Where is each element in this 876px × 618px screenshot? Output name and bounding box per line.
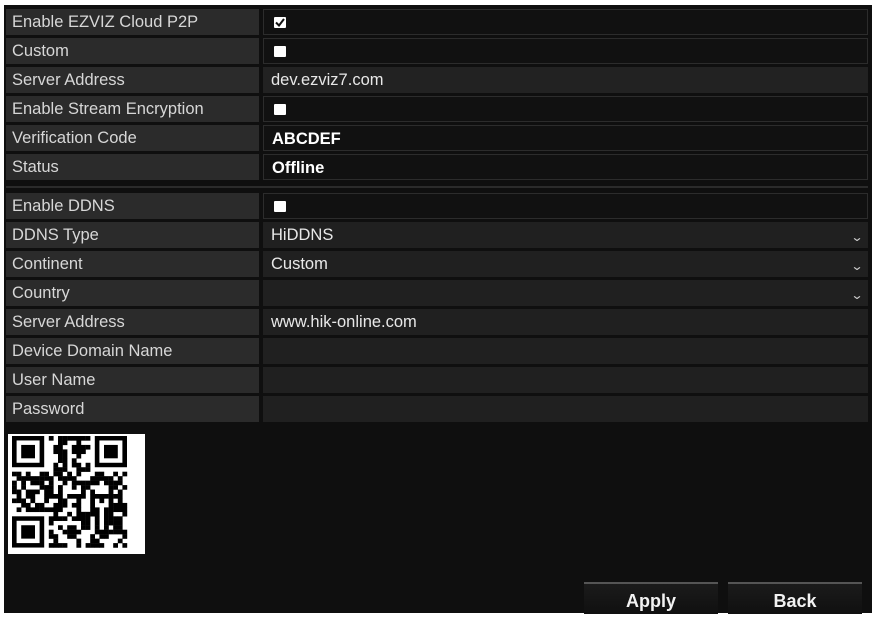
label-ddns-type: DDNS Type <box>6 222 259 248</box>
country-select[interactable]: ⌄ <box>263 280 868 306</box>
row-ezviz-server-address: Server Address dev.ezviz7.com <box>6 67 868 94</box>
checkbox-icon[interactable] <box>274 46 286 57</box>
row-user-name: User Name <box>6 367 868 394</box>
verification-code-input[interactable]: ABCDEF <box>263 125 868 151</box>
qr-code-graphic <box>12 436 128 548</box>
row-custom: Custom <box>6 38 868 65</box>
row-continent: Continent Custom ⌄ <box>6 251 868 278</box>
label-continent: Continent <box>6 251 259 277</box>
enable-ddns-checkbox-field[interactable] <box>263 193 868 219</box>
custom-checkbox-field[interactable] <box>263 38 868 64</box>
chevron-down-icon[interactable]: ⌄ <box>850 280 863 310</box>
row-country: Country ⌄ <box>6 280 868 307</box>
row-stream-encryption: Enable Stream Encryption <box>6 96 868 123</box>
row-ddns-type: DDNS Type HiDDNS ⌄ <box>6 222 868 249</box>
password-input[interactable] <box>263 396 868 422</box>
section-divider <box>6 186 868 188</box>
continent-value: Custom <box>271 255 328 273</box>
row-device-domain-name: Device Domain Name <box>6 338 868 365</box>
label-verification-code: Verification Code <box>6 125 259 151</box>
label-status: Status <box>6 154 259 180</box>
row-ddns-server-address: Server Address www.hik-online.com <box>6 309 868 336</box>
row-password: Password <box>6 396 868 423</box>
qr-code-icon <box>8 434 145 554</box>
checkbox-icon[interactable] <box>274 201 286 212</box>
label-password: Password <box>6 396 259 422</box>
settings-panel: Enable EZVIZ Cloud P2P Custom Server Add… <box>4 5 872 614</box>
checkbox-checked-icon[interactable] <box>274 17 286 28</box>
label-ezviz-server-address: Server Address <box>6 67 259 93</box>
chevron-down-icon[interactable]: ⌄ <box>850 222 863 252</box>
ddns-type-value: HiDDNS <box>271 226 334 244</box>
apply-button[interactable]: Apply <box>584 582 718 614</box>
continent-select[interactable]: Custom ⌄ <box>263 251 868 277</box>
stream-encryption-checkbox-field[interactable] <box>263 96 868 122</box>
ddns-type-select[interactable]: HiDDNS ⌄ <box>263 222 868 248</box>
ddns-server-address-field[interactable]: www.hik-online.com <box>263 309 868 335</box>
label-ddns-server-address: Server Address <box>6 309 259 335</box>
label-custom: Custom <box>6 38 259 64</box>
device-domain-name-input[interactable] <box>263 338 868 364</box>
label-country: Country <box>6 280 259 306</box>
label-stream-encryption: Enable Stream Encryption <box>6 96 259 122</box>
row-verification-code: Verification Code ABCDEF <box>6 125 868 152</box>
row-status: Status Offline <box>6 154 868 181</box>
enable-ezviz-checkbox-field[interactable] <box>263 9 868 35</box>
checkbox-icon[interactable] <box>274 104 286 115</box>
label-enable-ezviz: Enable EZVIZ Cloud P2P <box>6 9 259 35</box>
user-name-input[interactable] <box>263 367 868 393</box>
row-enable-ezviz: Enable EZVIZ Cloud P2P <box>6 9 868 36</box>
label-enable-ddns: Enable DDNS <box>6 193 259 219</box>
label-user-name: User Name <box>6 367 259 393</box>
row-enable-ddns: Enable DDNS <box>6 193 868 220</box>
back-button[interactable]: Back <box>728 582 862 614</box>
chevron-down-icon[interactable]: ⌄ <box>850 251 863 281</box>
ezviz-server-address-field[interactable]: dev.ezviz7.com <box>263 67 868 93</box>
status-value: Offline <box>263 154 868 180</box>
label-device-domain-name: Device Domain Name <box>6 338 259 364</box>
